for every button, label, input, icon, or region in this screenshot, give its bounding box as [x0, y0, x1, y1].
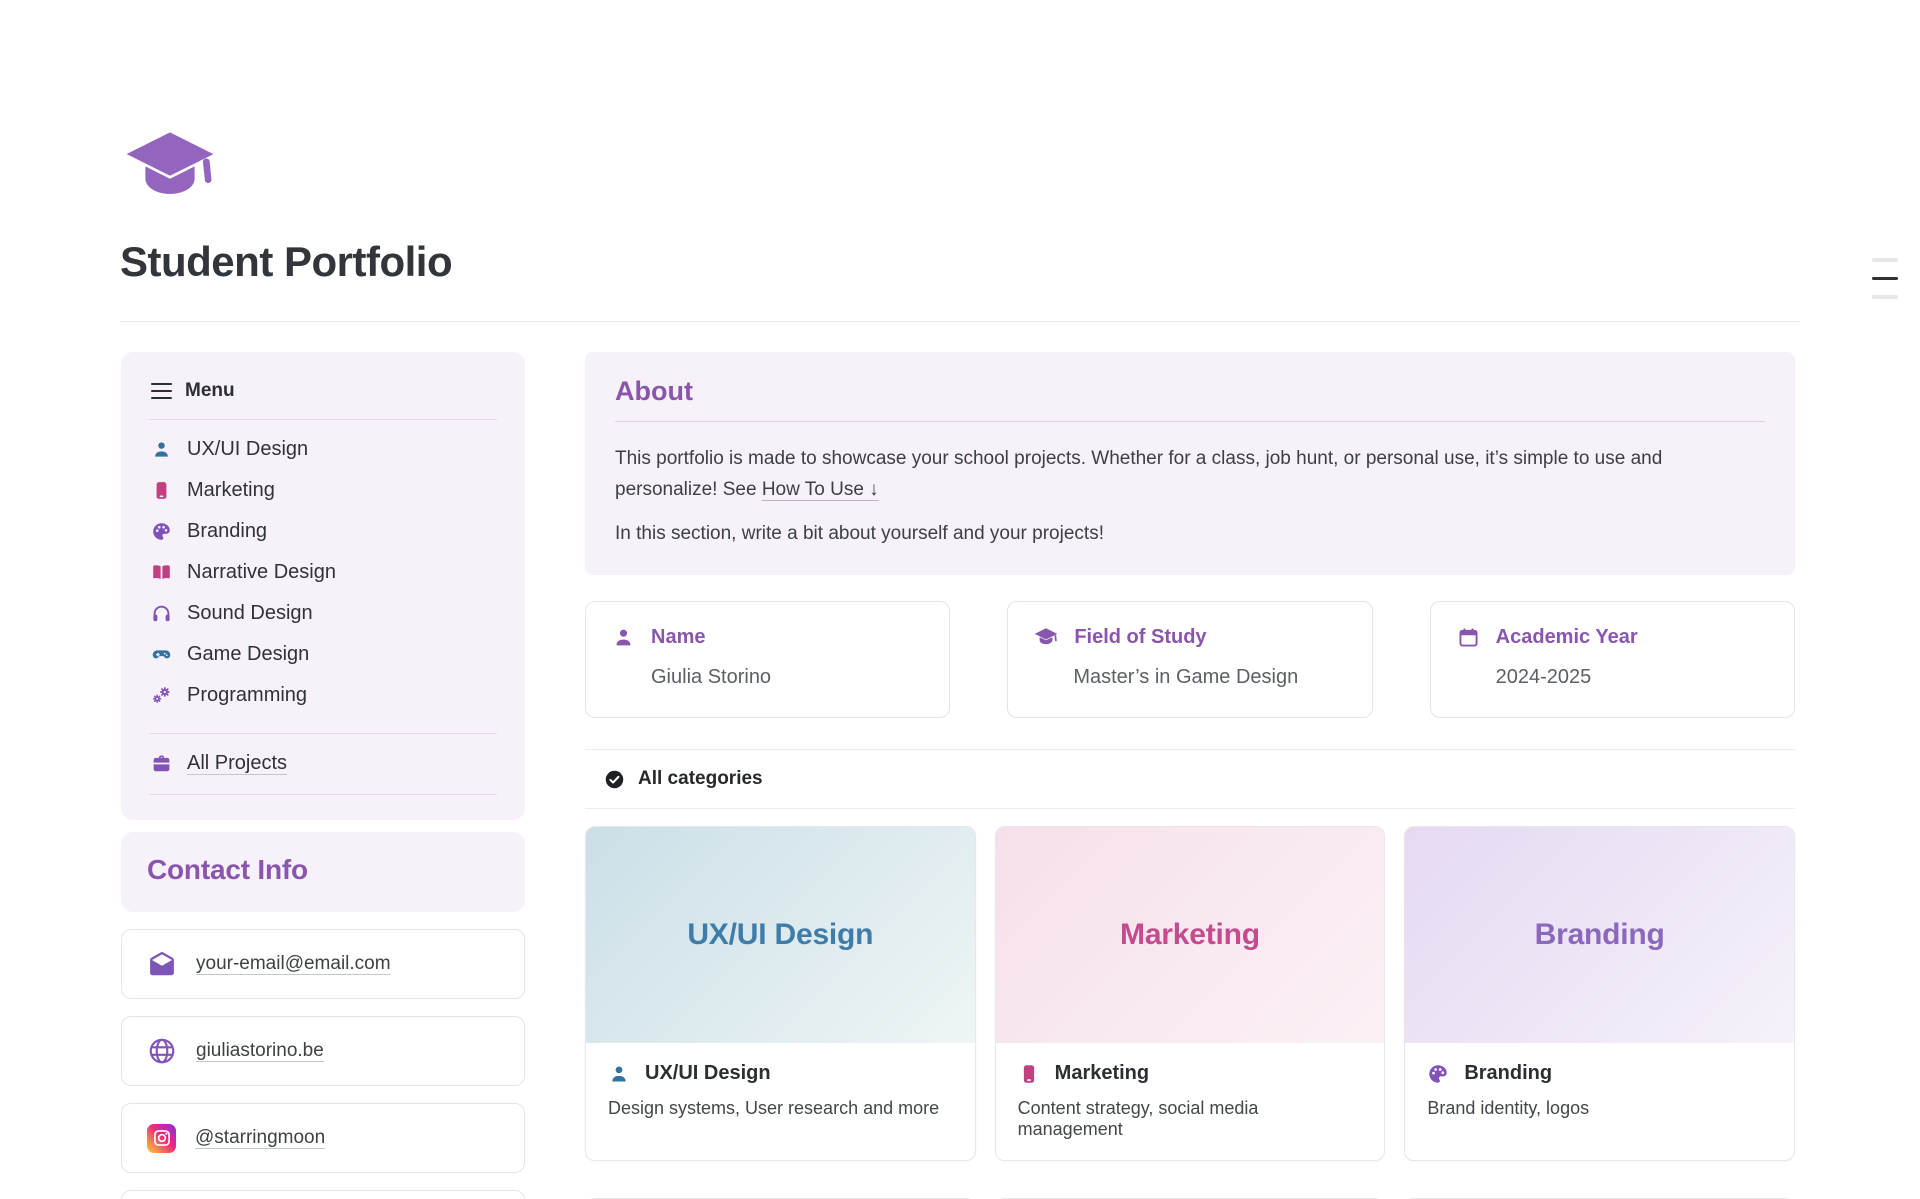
- open-book-icon: [151, 562, 172, 583]
- contact-instagram-link[interactable]: @starringmoon: [121, 1103, 525, 1173]
- sidebar-item-programming[interactable]: Programming: [149, 675, 497, 716]
- sidebar-item-narrative-design[interactable]: Narrative Design: [149, 552, 497, 593]
- about-paragraph-1: This portfolio is made to showcase your …: [615, 443, 1720, 505]
- card-cover: Marketing: [996, 827, 1385, 1043]
- gears-icon: [151, 685, 172, 706]
- sidebar-item-game-design[interactable]: Game Design: [149, 634, 497, 675]
- contact-instagram-label: @starringmoon: [195, 1127, 325, 1149]
- person-icon: [612, 626, 635, 649]
- about-title: About: [615, 376, 1765, 407]
- contact-info-panel: Contact Info: [121, 832, 525, 912]
- category-card-marketing[interactable]: Marketing Marketing Content strategy, so…: [995, 826, 1386, 1161]
- all-categories-filter[interactable]: All categories: [585, 749, 1795, 809]
- contact-website-link[interactable]: giuliastorino.be: [121, 1016, 525, 1086]
- sidebar-item-label: Narrative Design: [187, 561, 336, 584]
- globe-icon: [147, 1036, 177, 1066]
- sidebar-item-label: UX/UI Design: [187, 438, 308, 461]
- category-card-branding[interactable]: Branding Branding Brand identity, logos: [1404, 826, 1795, 1161]
- profile-cards-row: Name Giulia Storino Field of Study Maste…: [585, 601, 1795, 718]
- menu-panel: Menu UX/UI Design Marketing Branding: [121, 352, 525, 820]
- divider: [120, 321, 1800, 322]
- about-section: About This portfolio is made to showcase…: [585, 352, 1795, 575]
- card-name: Marketing: [1055, 1062, 1149, 1085]
- contact-linkedin-link[interactable]: in Giulia Storino: [121, 1190, 525, 1199]
- academic-year-value: 2024-2025: [1496, 666, 1768, 689]
- table-of-contents-indicator[interactable]: [1872, 258, 1898, 299]
- card-name: UX/UI Design: [645, 1062, 771, 1085]
- divider: [615, 421, 1765, 422]
- sidebar-item-label: Branding: [187, 520, 267, 543]
- sidebar-item-sound-design[interactable]: Sound Design: [149, 593, 497, 634]
- sidebar-item-all-projects[interactable]: All Projects: [149, 743, 497, 784]
- check-circle-icon: [604, 769, 625, 790]
- divider: [149, 733, 497, 734]
- how-to-use-link[interactable]: How To Use ↓: [762, 479, 879, 500]
- card-description: Content strategy, social media managemen…: [1018, 1098, 1363, 1140]
- sidebar-item-label: All Projects: [187, 752, 287, 775]
- graduation-cap-icon: [123, 128, 217, 212]
- calendar-icon: [1457, 626, 1480, 649]
- contact-website-label: giuliastorino.be: [196, 1040, 324, 1062]
- name-card-value: Giulia Storino: [651, 666, 923, 689]
- field-of-study-label: Field of Study: [1074, 626, 1206, 649]
- all-categories-label: All categories: [638, 768, 763, 790]
- name-card-label: Name: [651, 626, 705, 649]
- contact-info-title: Contact Info: [147, 854, 499, 886]
- menu-header[interactable]: Menu: [149, 378, 497, 402]
- palette-icon: [1427, 1063, 1449, 1085]
- card-cover: UX/UI Design: [586, 827, 975, 1043]
- sidebar: Menu UX/UI Design Marketing Branding: [121, 352, 525, 1199]
- academic-year-label: Academic Year: [1496, 626, 1638, 649]
- headphones-icon: [151, 603, 172, 624]
- main-content: About This portfolio is made to showcase…: [585, 352, 1795, 1199]
- category-card-uxui[interactable]: UX/UI Design UX/UI Design Design systems…: [585, 826, 976, 1161]
- card-cover-title: UX/UI Design: [687, 918, 873, 952]
- card-description: Design systems, User research and more: [608, 1098, 953, 1119]
- gamepad-icon: [151, 644, 172, 665]
- menu-title: Menu: [185, 380, 235, 402]
- hamburger-icon: [151, 383, 172, 400]
- student-portfolio-page: Student Portfolio Menu UX/UI Design Mark…: [0, 0, 1920, 1199]
- page-title: Student Portfolio: [120, 238, 452, 286]
- field-of-study-value: Master’s in Game Design: [1073, 666, 1345, 689]
- card-name: Branding: [1464, 1062, 1552, 1085]
- about-paragraph-2: In this section, write a bit about yours…: [615, 518, 1765, 549]
- sidebar-item-label: Marketing: [187, 479, 275, 502]
- sidebar-item-label: Sound Design: [187, 602, 313, 625]
- phone-icon: [151, 480, 172, 501]
- person-icon: [151, 439, 172, 460]
- sidebar-item-uxui-design[interactable]: UX/UI Design: [149, 429, 497, 470]
- card-cover-title: Marketing: [1120, 918, 1260, 952]
- contact-email-label: your-email@email.com: [196, 953, 391, 975]
- card-cover-title: Branding: [1535, 918, 1665, 952]
- contact-email-link[interactable]: your-email@email.com: [121, 929, 525, 999]
- divider: [149, 419, 497, 420]
- name-card[interactable]: Name Giulia Storino: [585, 601, 950, 718]
- card-cover: Branding: [1405, 827, 1794, 1043]
- person-icon: [608, 1063, 630, 1085]
- palette-icon: [151, 521, 172, 542]
- academic-year-card[interactable]: Academic Year 2024-2025: [1430, 601, 1795, 718]
- graduation-cap-icon: [1034, 627, 1058, 649]
- instagram-icon: [147, 1124, 176, 1153]
- sidebar-item-marketing[interactable]: Marketing: [149, 470, 497, 511]
- briefcase-icon: [151, 753, 172, 774]
- phone-icon: [1018, 1063, 1040, 1085]
- sidebar-item-label: Game Design: [187, 643, 309, 666]
- field-of-study-card[interactable]: Field of Study Master’s in Game Design: [1007, 601, 1372, 718]
- sidebar-item-label: Programming: [187, 684, 307, 707]
- divider: [149, 794, 497, 795]
- mail-open-icon: [147, 949, 177, 979]
- sidebar-item-branding[interactable]: Branding: [149, 511, 497, 552]
- card-description: Brand identity, logos: [1427, 1098, 1772, 1119]
- menu-list: UX/UI Design Marketing Branding Narrativ…: [149, 429, 497, 716]
- category-cards-grid: UX/UI Design UX/UI Design Design systems…: [585, 826, 1795, 1199]
